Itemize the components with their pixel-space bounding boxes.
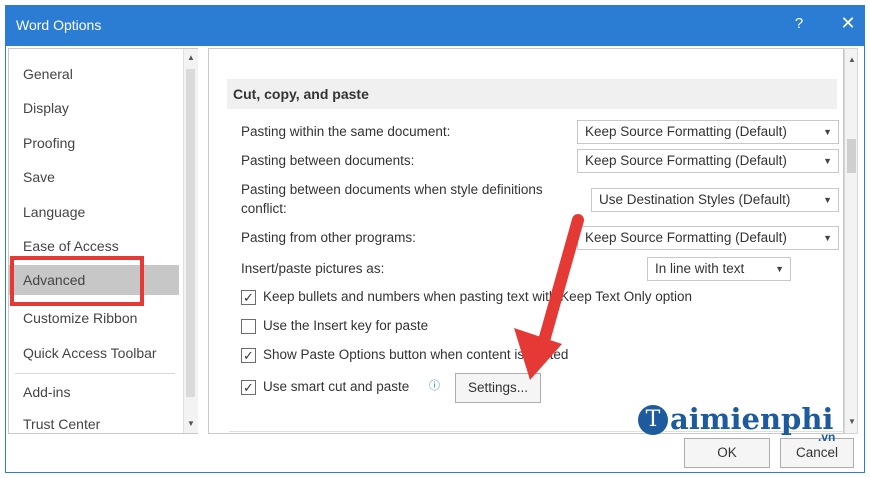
keep-bullets-label: Keep bullets and numbers when pasting te…	[263, 289, 693, 304]
info-icon: ⓘ	[429, 380, 440, 392]
nav-item-proofing[interactable]: Proofing	[9, 128, 179, 158]
insert-pictures-label: Insert/paste pictures as:	[241, 261, 385, 276]
paste-within-select[interactable]: Keep Source Formatting (Default) ▼	[577, 120, 839, 144]
arrow-shaft	[536, 214, 584, 354]
nav-item-save[interactable]: Save	[9, 162, 179, 192]
ok-button[interactable]: OK	[684, 438, 770, 468]
chevron-down-icon: ▼	[823, 195, 832, 205]
insert-pictures-select[interactable]: In line with text ▼	[647, 257, 791, 281]
show-paste-options-checkbox[interactable]: ✓	[241, 348, 256, 363]
paste-other-programs-value: Keep Source Formatting (Default)	[585, 230, 787, 245]
scroll-up-icon[interactable]: ▲	[845, 53, 859, 67]
chevron-down-icon: ▼	[775, 264, 784, 274]
nav-item-language[interactable]: Language	[9, 197, 179, 227]
nav-separator	[15, 373, 175, 374]
nav-scrollbar[interactable]: ▲ ▼	[183, 49, 198, 433]
help-button[interactable]: ?	[789, 15, 809, 37]
nav-item-customize-ribbon[interactable]: Customize Ribbon	[9, 303, 179, 333]
paste-within-label: Pasting within the same document:	[241, 124, 451, 139]
paste-between-label: Pasting between documents:	[241, 153, 415, 168]
scroll-down-icon[interactable]: ▼	[184, 417, 198, 431]
paste-other-programs-select[interactable]: Keep Source Formatting (Default) ▼	[577, 226, 839, 250]
smart-cut-paste-checkbox[interactable]: ✓	[241, 380, 256, 395]
keep-bullets-checkbox[interactable]: ✓	[241, 290, 256, 305]
title-bar: Word Options ? ✕	[6, 6, 864, 46]
nav-item-quick-access-toolbar[interactable]: Quick Access Toolbar	[9, 338, 179, 368]
paste-conflict-value: Use Destination Styles (Default)	[599, 192, 791, 207]
nav-item-trust-center[interactable]: Trust Center	[9, 409, 179, 439]
close-button[interactable]: ✕	[836, 13, 860, 39]
main-scroll-thumb[interactable]	[847, 139, 856, 173]
window-title: Word Options	[16, 17, 102, 33]
paste-between-value: Keep Source Formatting (Default)	[585, 153, 787, 168]
chevron-down-icon: ▼	[823, 156, 832, 166]
paste-conflict-label-line2: conflict:	[241, 201, 287, 216]
arrow-head	[514, 328, 562, 380]
paste-conflict-label-line1: Pasting between documents when style def…	[241, 182, 543, 197]
options-navigation: General Display Proofing Save Language E…	[8, 48, 198, 434]
nav-item-display[interactable]: Display	[9, 93, 179, 123]
paste-within-value: Keep Source Formatting (Default)	[585, 124, 787, 139]
scroll-up-icon[interactable]: ▲	[184, 51, 198, 65]
paste-between-select[interactable]: Keep Source Formatting (Default) ▼	[577, 149, 839, 173]
watermark-logo: T	[638, 405, 668, 435]
main-scrollbar[interactable]: ▲ ▼	[844, 48, 858, 434]
insert-key-label: Use the Insert key for paste	[263, 318, 429, 333]
chevron-down-icon: ▼	[823, 233, 832, 243]
watermark-tld: .vn	[818, 430, 836, 444]
smart-cut-paste-label: Use smart cut and paste	[263, 379, 410, 394]
cancel-button[interactable]: Cancel	[780, 438, 854, 468]
watermark-text: aimienphi	[670, 402, 834, 436]
paste-conflict-select[interactable]: Use Destination Styles (Default) ▼	[591, 188, 839, 212]
nav-item-add-ins[interactable]: Add-ins	[9, 377, 179, 407]
red-arrow-annotation	[514, 214, 584, 380]
insert-pictures-value: In line with text	[655, 261, 745, 276]
section-header-cut-copy-paste: Cut, copy, and paste	[227, 79, 837, 109]
nav-scroll-thumb[interactable]	[186, 69, 195, 397]
chevron-down-icon: ▼	[823, 127, 832, 137]
highlight-box	[10, 256, 144, 306]
scroll-down-icon[interactable]: ▼	[845, 415, 859, 429]
paste-other-programs-label: Pasting from other programs:	[241, 230, 416, 245]
nav-item-general[interactable]: General	[9, 59, 179, 89]
insert-key-checkbox[interactable]	[241, 319, 256, 334]
